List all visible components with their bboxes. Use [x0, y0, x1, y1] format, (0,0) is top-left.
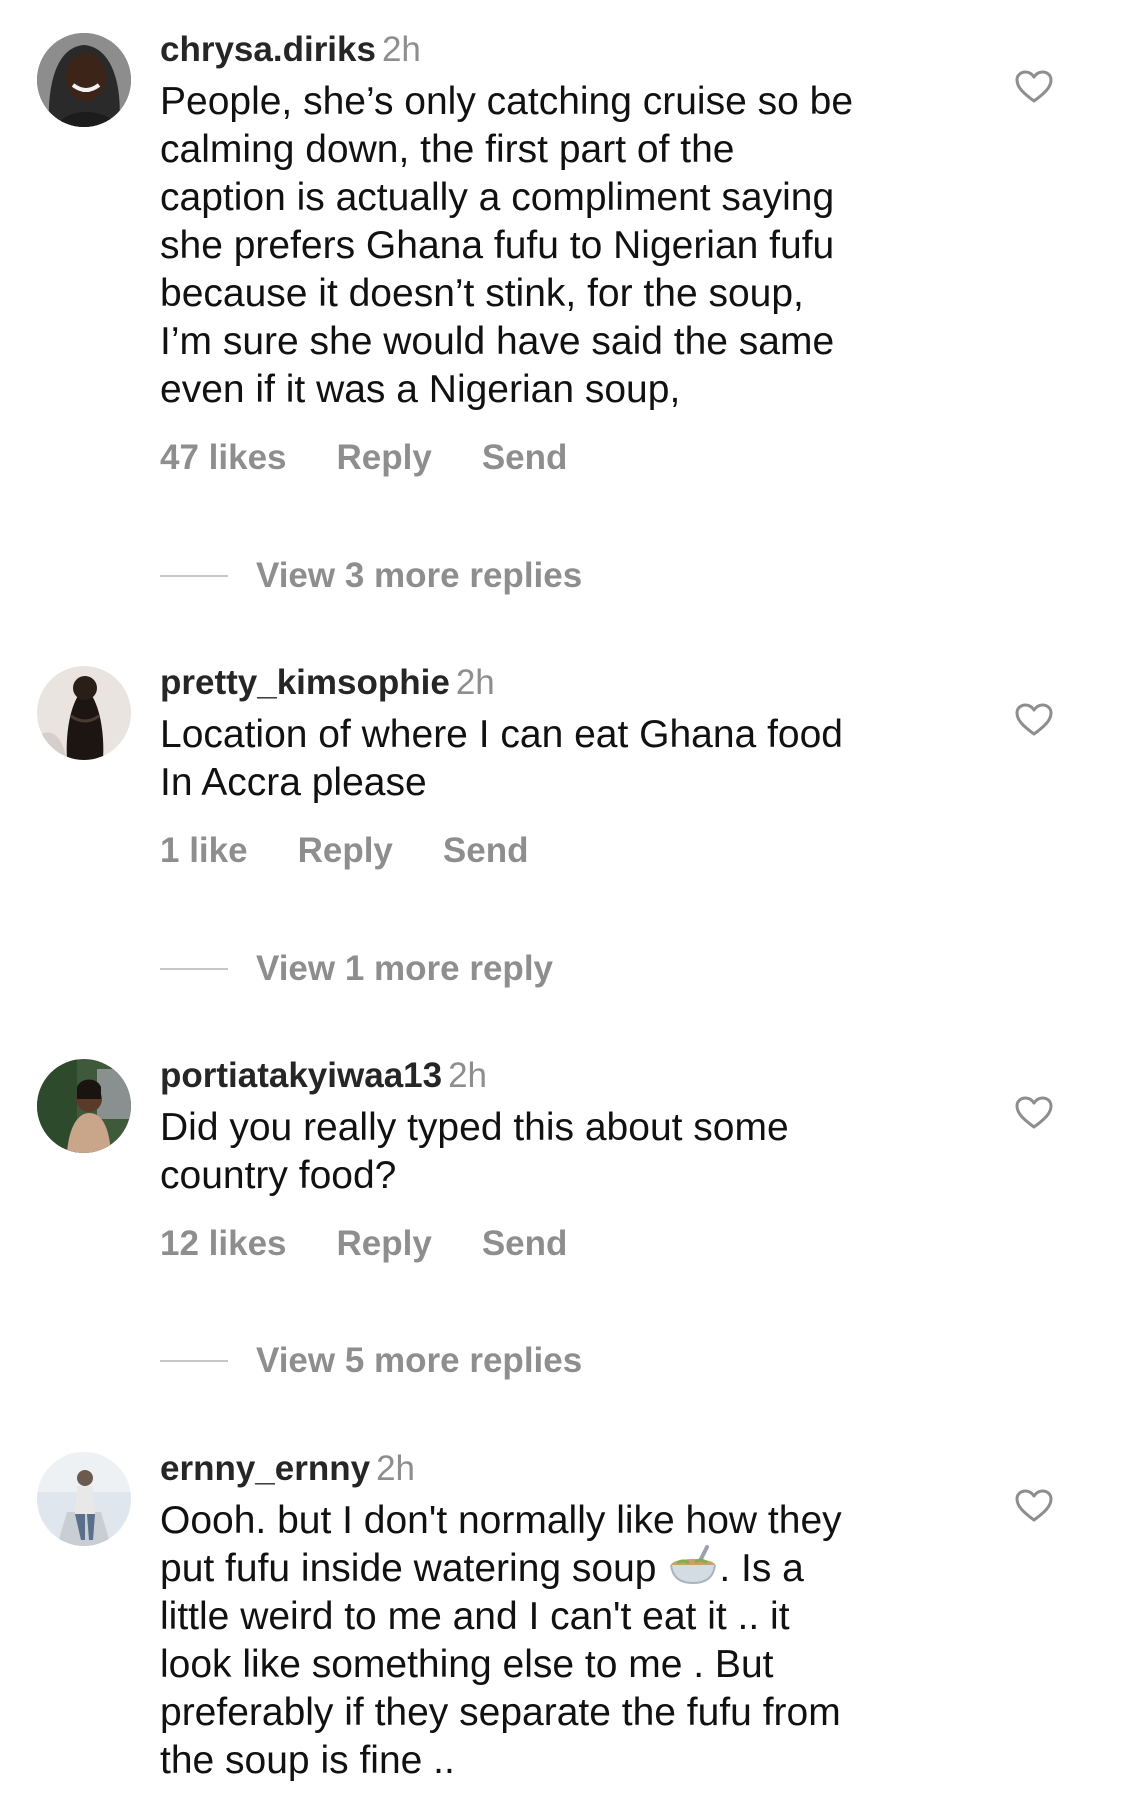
- comment-actions: 47 likes Reply Send: [160, 438, 960, 478]
- send-button[interactable]: Send: [443, 831, 529, 870]
- username[interactable]: pretty_kimsophie: [160, 663, 450, 702]
- username[interactable]: chrysa.diriks: [160, 30, 376, 69]
- bowl-with-spoon-emoji: [667, 1545, 719, 1587]
- reply-button[interactable]: Reply: [337, 438, 432, 477]
- heart-outline-icon[interactable]: [1015, 1096, 1053, 1130]
- comment-text-line: I’m sure she would have said the same: [160, 320, 835, 363]
- comment-text-fragment: . Is a: [719, 1547, 804, 1590]
- likes-count[interactable]: 1 like: [160, 831, 248, 870]
- comment-text-line: put fufu inside watering soup . Is a: [160, 1545, 960, 1593]
- heart-outline-icon[interactable]: [1015, 703, 1053, 737]
- comment-text-line: even if it was a Nigerian soup,: [160, 368, 681, 411]
- avatar[interactable]: [37, 666, 131, 760]
- comment-text-line: Did you really typed this about some: [160, 1106, 789, 1149]
- comment-text-line: calming down, the first part of the: [160, 128, 735, 171]
- username[interactable]: portiatakyiwaa13: [160, 1056, 442, 1095]
- comment-text-line: Location of where I can eat Ghana food: [160, 713, 843, 756]
- comment-text-line: because it doesn’t stink, for the soup,: [160, 272, 804, 315]
- comment-text-line: little weird to me and I can't eat it ..…: [160, 1595, 790, 1638]
- comment-text-line: preferably if they separate the fufu fro…: [160, 1691, 841, 1734]
- divider-line: [160, 1359, 228, 1362]
- comment-text: Did you really typed this about some cou…: [160, 1104, 960, 1200]
- comment-actions: 1 like Reply Send: [160, 831, 960, 871]
- comment-body: ernny_ernny 2h Oooh. but I don't normally…: [160, 1449, 960, 1785]
- comment-text-line: look like something else to me . But: [160, 1643, 774, 1686]
- username[interactable]: ernny_ernny: [160, 1449, 370, 1488]
- heart-outline-icon[interactable]: [1015, 70, 1053, 104]
- comment-actions: 12 likes Reply Send: [160, 1224, 960, 1264]
- comment-body: chrysa.diriks 2h People, she’s only catch…: [160, 30, 960, 478]
- comment-text: People, she’s only catching cruise so be…: [160, 78, 960, 414]
- heart-outline-icon[interactable]: [1015, 1489, 1053, 1523]
- comment-text-line: caption is actually a compliment saying: [160, 176, 835, 219]
- view-more-label: View 1 more reply: [256, 949, 554, 988]
- reply-button[interactable]: Reply: [337, 1224, 432, 1263]
- comment-text-line: In Accra please: [160, 761, 427, 804]
- comment-text-line: Oooh. but I don't normally like how they: [160, 1499, 842, 1542]
- comment-body: pretty_kimsophie 2h Location of where I c…: [160, 663, 960, 871]
- comment-text-fragment: put fufu inside watering soup: [160, 1547, 657, 1590]
- comment-text-line: People, she’s only catching cruise so be: [160, 80, 854, 123]
- comment-meta: chrysa.diriks 2h: [160, 30, 960, 70]
- comment-meta: ernny_ernny 2h: [160, 1449, 960, 1489]
- timestamp: 2h: [381, 30, 421, 69]
- divider-line: [160, 574, 228, 577]
- avatar[interactable]: [37, 1452, 131, 1546]
- view-more-label: View 3 more replies: [256, 556, 583, 595]
- comment-text: Oooh. but I don't normally like how they…: [160, 1497, 960, 1785]
- avatar[interactable]: [37, 33, 131, 127]
- send-button[interactable]: Send: [482, 438, 568, 477]
- view-more-replies[interactable]: View 1 more reply: [160, 949, 553, 989]
- avatar[interactable]: [37, 1059, 131, 1153]
- timestamp: 2h: [448, 1056, 488, 1095]
- comment-text-line: the soup is fine ..: [160, 1739, 455, 1782]
- comment-text-line: she prefers Ghana fufu to Nigerian fufu: [160, 224, 835, 267]
- view-more-replies[interactable]: View 3 more replies: [160, 556, 582, 596]
- timestamp: 2h: [455, 663, 495, 702]
- comment-meta: pretty_kimsophie 2h: [160, 663, 960, 703]
- view-more-replies[interactable]: View 5 more replies: [160, 1341, 582, 1381]
- send-button[interactable]: Send: [482, 1224, 568, 1263]
- timestamp: 2h: [376, 1449, 416, 1488]
- comment-text-line: country food?: [160, 1154, 397, 1197]
- likes-count[interactable]: 47 likes: [160, 438, 287, 477]
- view-more-label: View 5 more replies: [256, 1341, 583, 1380]
- comment-text: Location of where I can eat Ghana food I…: [160, 711, 960, 807]
- likes-count[interactable]: 12 likes: [160, 1224, 287, 1263]
- comment-meta: portiatakyiwaa13 2h: [160, 1056, 960, 1096]
- comment-body: portiatakyiwaa13 2h Did you really typed …: [160, 1056, 960, 1264]
- reply-button[interactable]: Reply: [298, 831, 393, 870]
- divider-line: [160, 967, 228, 970]
